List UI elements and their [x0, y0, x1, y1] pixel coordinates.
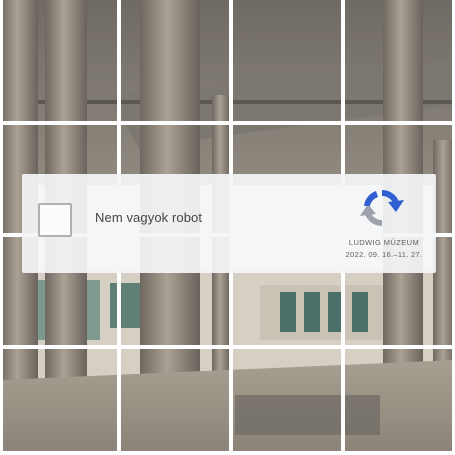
brand-text: LUDWIG MÚZEUM	[348, 238, 420, 247]
recaptcha-arrows-icon	[360, 189, 404, 227]
checkbox-label: Nem vagyok robot	[95, 210, 203, 225]
exhibition-dates: 2022. 09. 16.–11. 27.	[345, 250, 423, 259]
not-robot-checkbox[interactable]	[38, 203, 72, 237]
captcha-widget: Nem vagyok robot LUDWIG MÚZEUM 2022. 09.…	[22, 174, 436, 273]
captcha-image-grid: Nem vagyok robot LUDWIG MÚZEUM 2022. 09.…	[0, 0, 455, 455]
